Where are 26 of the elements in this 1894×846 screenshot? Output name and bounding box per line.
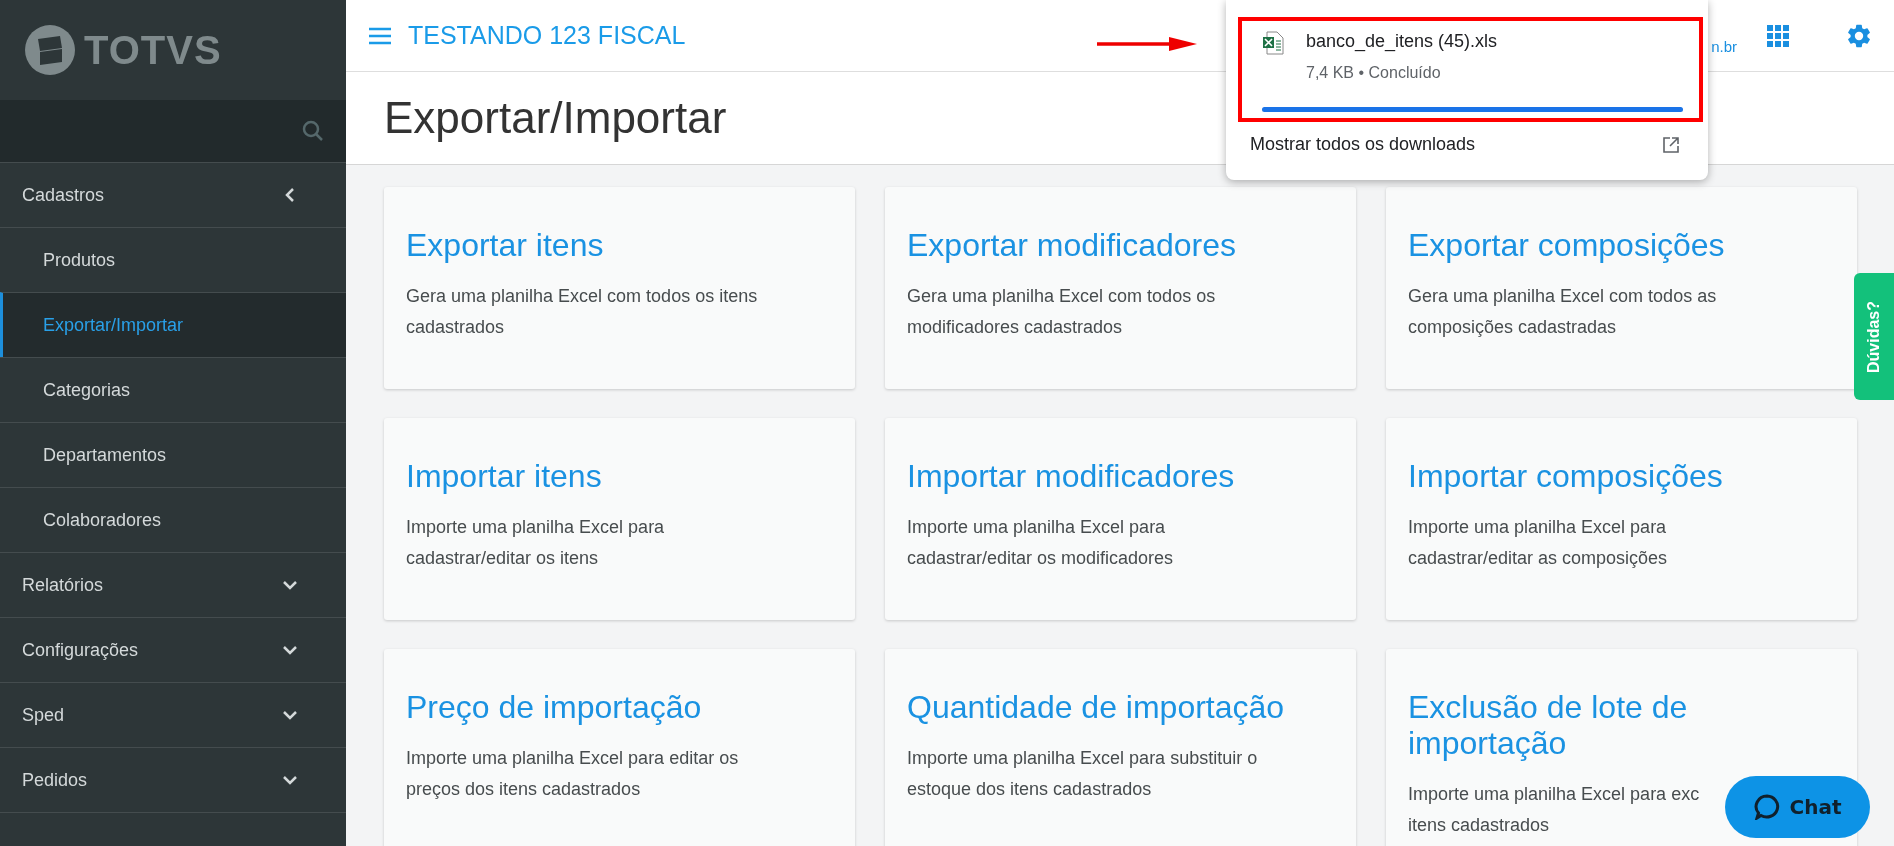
action-card[interactable]: Exportar modificadores Gera uma planilha Excel com todos os modificadores cadastrados [885,187,1356,389]
header-link[interactable]: n.br [1711,38,1737,55]
action-card[interactable]: Exportar itens Gera uma planilha Excel com todos os itens cadastrados [384,187,855,389]
action-card[interactable]: Importar itens Importe uma planilha Excel para cadastrar/editar os itens [384,418,855,620]
action-card[interactable]: Preço de importação Importe uma planilha Excel para editar os preços dos itens cadastrados [384,649,855,846]
app-title: TESTANDO 123 FISCAL [408,21,686,50]
spreadsheet-file-icon [1262,31,1284,55]
action-card[interactable]: Exportar composições Gera uma planilha Excel com todos as composições cadastradas [1386,187,1857,389]
download-status: 7,4 KB • Concluído [1306,63,1442,83]
file-name: banco_de_itens (45).xls [1306,31,1499,54]
apps-grid-icon[interactable] [1767,24,1789,47]
action-card[interactable]: Importar modificadores Importe uma planilha Excel para cadastrar/editar os modificadores [885,418,1356,620]
chat-bubble-icon [1753,794,1780,820]
search-field[interactable] [0,100,346,162]
logo-text: TOTVS [84,27,222,73]
logo-icon [24,24,76,76]
action-card[interactable]: Importar composições Importe uma planilha Excel para cadastrar/editar as composições [1386,418,1857,620]
chat-button[interactable]: Chat [1725,776,1870,838]
search-icon[interactable] [302,120,324,142]
submenu-item[interactable]: Exportar/Importar [0,292,346,357]
external-link-icon [1663,136,1679,153]
action-card[interactable]: Quantidade de importação Importe uma planilha Excel para substituir o estoque dos itens cadastrados [885,649,1356,846]
download-item[interactable]: banco_de_itens (45).xls 7,4 KB • Concluído [1238,17,1703,122]
page-title: Exportar/Importar [384,93,727,143]
show-all-downloads[interactable]: Mostrar todos os downloads [1238,122,1703,155]
menu-icon[interactable] [368,25,392,46]
